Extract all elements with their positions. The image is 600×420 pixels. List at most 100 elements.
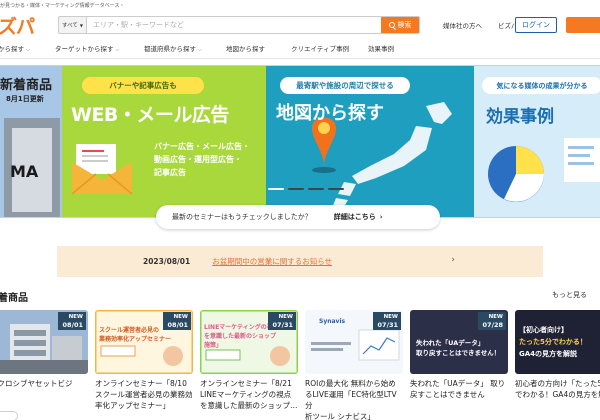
title-line: 初心者の方向け「たった5分	[515, 379, 600, 388]
section-title: 着商品	[0, 293, 28, 304]
banner-web-mail-ads[interactable]: バナーや記事広告も WEB・メール広告 バナー広告・メール広告・ 動画広告・運用…	[62, 66, 266, 217]
product-card[interactable]: スクール運営者必見の 業務効率化アップセミナー NEW 08/01 オンラインセミ…	[95, 310, 193, 420]
title-line: スクール運営者必見の業務効	[95, 390, 193, 399]
nav-item-target[interactable]: ターゲットから探す ⌵	[55, 43, 119, 53]
more-link[interactable]: もっと見る	[552, 290, 587, 300]
product-thumbnail: 【初心者向け】 たった5分でわかる！ GA4の見方を解説	[515, 310, 600, 374]
banner-map-search[interactable]: 最寄駅や施設の周辺で探せる 地図から探す	[266, 66, 474, 217]
title-line: オンラインセミナー「8/10	[95, 379, 187, 388]
title-line: るLIVE運用「EC特化型LTV分	[305, 390, 397, 410]
badge-label: NEW	[68, 314, 83, 320]
signup-button[interactable]	[566, 17, 600, 33]
site-logo[interactable]: ズパ	[0, 12, 35, 39]
search-category-select[interactable]: すべて ▼	[59, 17, 87, 33]
search-category-label: すべて	[62, 23, 78, 29]
title-line: LINEマーケティングの視点	[200, 390, 292, 399]
envelope-icon	[72, 144, 133, 195]
thumbnail-line: 施策」	[204, 342, 223, 349]
carousel-dot[interactable]	[328, 188, 344, 190]
chevron-right-icon: ›	[451, 255, 455, 265]
product-title: オンラインセミナー「8/21 LINEマーケティングの視点 を意識した最新のショ…	[200, 378, 298, 411]
header-link-publishers[interactable]: 媒体社の方へ	[443, 20, 482, 30]
badge-date: 07/31	[272, 321, 293, 329]
product-card[interactable]: 【初心者向け】 たった5分でわかる！ GA4の見方を解説 初心者の方向け「たった…	[515, 310, 600, 420]
title-line: 戻すことはできません	[410, 390, 485, 399]
banner-pill: 気になる媒体の成果が分かる	[482, 77, 600, 94]
carousel-indicators	[268, 188, 344, 190]
title-line: ンクロシブヤセットビジ	[0, 379, 73, 388]
thumbnail-line: たった5分でわかる！	[519, 338, 587, 346]
nav-item-label: から探す	[0, 45, 24, 53]
nav-item-category[interactable]: から探す ⌵	[0, 43, 30, 53]
product-thumbnail: Synavis NEW 07/31	[305, 310, 403, 374]
building-sign: MA	[10, 162, 39, 181]
product-thumbnail: LINEマーケティングの視点 を意識した最新のショップ 施策」 NEW 07/31	[200, 310, 298, 374]
new-badge: NEW 08/01	[163, 312, 191, 330]
thumbnail-line: GA4の見方を解説	[519, 350, 578, 358]
product-thumbnail: スクール運営者必見の 業務効率化アップセミナー NEW 08/01	[95, 310, 193, 374]
search-button[interactable]: 検索	[381, 17, 419, 33]
carousel-dot[interactable]	[308, 188, 324, 190]
thumbnail-line: を意識した最新のショップ	[204, 333, 277, 340]
thumbnail-text: スクール運営者必見の 業務効率化アップセミナー	[99, 326, 171, 344]
brand-logo-text: Synavis	[319, 318, 346, 325]
title-line: 失われた「UAデータ」 取り	[410, 379, 506, 388]
login-button[interactable]: ログイン	[515, 17, 557, 33]
thumbnail-text: 【初心者向け】 たった5分でわかる！ GA4の見方を解説	[519, 324, 587, 360]
title-line: オンラインセミナー「8/21	[200, 379, 292, 388]
chevron-right-icon: ›	[379, 213, 383, 221]
thumbnail-line: 失われた「UAデータ」	[416, 339, 485, 347]
chevron-down-icon: ⌵	[26, 47, 30, 53]
nav-item-creative[interactable]: クリエイティブ事例	[291, 43, 349, 53]
category-tag	[0, 411, 18, 420]
banner-title: 効果事例	[486, 107, 554, 127]
new-badge: NEW 07/31	[373, 312, 401, 330]
product-title: 初心者の方向け「たった5分 でわかる！GA4の見方を解	[515, 378, 600, 400]
banner-line: 記事広告	[154, 168, 186, 177]
carousel-dot[interactable]	[268, 188, 284, 190]
banner-effect-cases[interactable]: 気になる媒体の成果が分かる 効果事例	[474, 66, 600, 217]
seminar-prompt[interactable]: 最新のセミナーはもうチェックしましたか？ 詳細はこちら ›	[156, 205, 440, 229]
banner-new-products[interactable]: 新着商品 8月1日更新 MA	[0, 66, 62, 217]
title-line: ン	[0, 389, 88, 400]
carousel-dot[interactable]	[288, 188, 304, 190]
badge-date: 07/28	[482, 321, 503, 329]
thumbnail-line: 取り戻すことはできません！	[416, 349, 501, 357]
badge-date: 07/31	[377, 321, 398, 329]
nav-item-label: ターゲットから探す	[55, 45, 114, 53]
badge-label: NEW	[278, 314, 293, 320]
product-title: オンラインセミナー「8/10 スクール運営者必見の業務効 率化アップセミナー」	[95, 378, 193, 411]
chevron-down-icon: ▼	[79, 22, 83, 28]
product-card[interactable]: Synavis NEW 07/31 ROIの最大化 無料から始め るLIVE運用「…	[305, 310, 403, 420]
product-title: ROIの最大化 無料から始め るLIVE運用「EC特化型LTV分 析ツール シナ…	[305, 378, 403, 420]
new-badge: NEW 07/28	[478, 312, 506, 330]
product-card[interactable]: LINEマーケティングの視点 を意識した最新のショップ 施策」 NEW 07/31…	[200, 310, 298, 420]
thumbnail-line: 業務効率化アップセミナー	[99, 336, 172, 343]
product-thumbnail: NEW 08/01	[0, 310, 88, 374]
thumbnail-line: スクール運営者必見の	[99, 327, 160, 334]
banner-title: 地図から探す	[276, 103, 384, 124]
title-line: 率化アップセミナー」	[95, 401, 170, 410]
nav-item-cases[interactable]: 効果事例	[368, 43, 394, 53]
notice-banner[interactable]: 2023/08/01 お盆期間中の営業に関するお知らせ ›	[57, 246, 543, 277]
site-tagline: が見つかる・媒体・マーケティング情報データベース・	[0, 3, 125, 9]
thumbnail-line: 【初心者向け】	[519, 326, 568, 334]
product-thumbnail: 失われた「UAデータ」 取り戻すことはできません！ NEW 07/28	[410, 310, 508, 374]
product-card[interactable]: 失われた「UAデータ」 取り戻すことはできません！ NEW 07/28 失われた「…	[410, 310, 508, 420]
search-input[interactable]	[87, 17, 381, 33]
product-card[interactable]: NEW08/01 ンクロシブヤセットビジ ン	[0, 310, 88, 420]
notice-date: 2023/08/01	[143, 257, 191, 266]
title-line: でわかる！GA4の見方を解	[515, 390, 600, 399]
badge-date: 08/01	[62, 321, 83, 329]
banner-line: 動画広告・運用型広告・	[154, 155, 242, 164]
nav-item-prefecture[interactable]: 都道府県から探す ⌵	[144, 43, 202, 53]
title-line: ROIの最大化 無料から始め	[305, 379, 396, 388]
chevron-down-icon: ⌵	[198, 47, 202, 53]
seminar-details-link[interactable]: 詳細はこちら	[334, 212, 376, 222]
badge-label: NEW	[488, 314, 503, 320]
product-title: ンクロシブヤセットビジ ン	[0, 378, 88, 400]
search-icon	[388, 22, 395, 28]
new-badge: NEW 08/01	[58, 312, 86, 330]
nav-item-map[interactable]: 地図から探す	[226, 43, 265, 53]
notice-link[interactable]: お盆期間中の営業に関するお知らせ	[212, 256, 332, 267]
